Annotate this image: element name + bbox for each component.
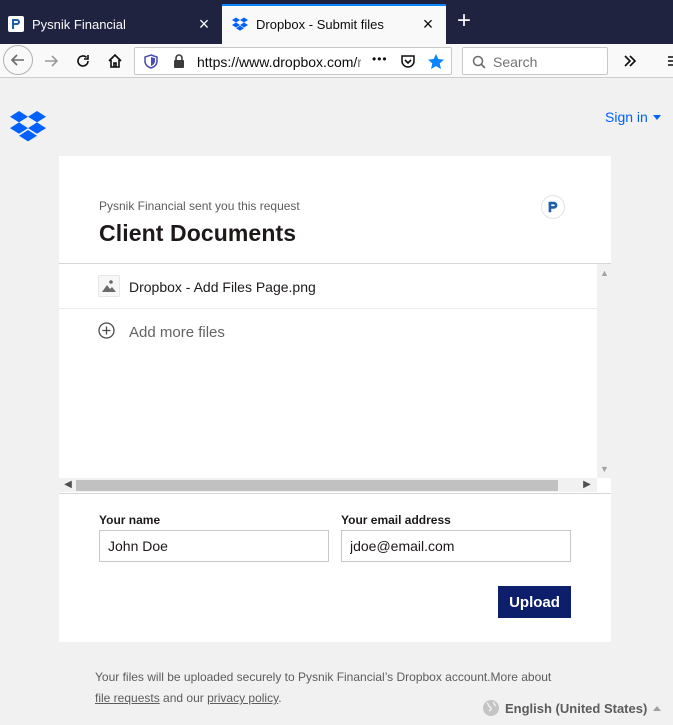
divider (59, 493, 611, 494)
home-icon (108, 53, 122, 68)
caret-up-icon (653, 705, 662, 711)
scroll-left-arrow-icon[interactable]: ◀ (63, 480, 73, 490)
dropbox-logo-icon[interactable] (10, 110, 46, 142)
sign-in-label: Sign in (605, 109, 648, 125)
request-title: Client Documents (99, 220, 297, 246)
home-button[interactable] (101, 47, 129, 75)
pocket-icon[interactable] (400, 54, 416, 69)
email-field-label: Your email address (341, 513, 451, 527)
pysnik-favicon-icon (8, 16, 24, 32)
pysnik-logo-icon (548, 201, 558, 213)
caret-down-icon (652, 114, 661, 120)
page-actions-menu-icon[interactable]: ••• (372, 52, 388, 66)
hamburger-menu-icon (668, 56, 673, 66)
file-name: Dropbox - Add Files Page.png (129, 279, 316, 295)
close-tab-icon[interactable]: × (196, 15, 212, 33)
search-icon (472, 55, 486, 69)
search-bar[interactable]: Search (462, 47, 608, 75)
image-file-icon (98, 275, 120, 297)
double-chevron-right-icon (624, 55, 637, 67)
search-placeholder: Search (493, 54, 538, 70)
scroll-down-arrow-icon[interactable]: ▼ (600, 465, 609, 474)
url-rest: r (357, 54, 361, 70)
browser-tab-strip: Pysnik Financial × Dropbox - Submit file… (0, 0, 673, 44)
reload-icon (77, 55, 89, 67)
close-tab-icon[interactable]: × (420, 15, 436, 33)
email-input[interactable] (341, 530, 571, 562)
files-list: Dropbox - Add Files Page.png Add more fi… (59, 264, 597, 478)
tab-title: Pysnik Financial (32, 16, 126, 32)
dropbox-favicon-icon (232, 17, 248, 31)
reload-button[interactable] (69, 47, 97, 75)
requester-avatar (541, 195, 565, 219)
globe-icon (483, 700, 499, 716)
tab-dropbox-submit-files[interactable]: Dropbox - Submit files × (222, 4, 446, 44)
name-field-label: Your name (99, 513, 161, 527)
file-requests-link[interactable]: file requests (95, 691, 160, 705)
url-bar[interactable]: https://www.dropbox.com/r ••• (134, 47, 452, 75)
privacy-policy-link[interactable]: privacy policy (207, 691, 278, 705)
plus-circle-icon (98, 322, 115, 339)
sender-text: Pysnik Financial sent you this request (99, 199, 300, 213)
arrow-left-icon (10, 54, 24, 66)
footer-text-before: Your files will be uploaded securely to … (95, 670, 552, 684)
tracking-shield-icon[interactable] (144, 54, 158, 69)
footer-text-middle: and our (159, 691, 208, 705)
scroll-up-arrow-icon[interactable]: ▲ (600, 269, 609, 278)
add-more-files-button[interactable]: Add more files (59, 314, 597, 358)
tab-pysnik-financial[interactable]: Pysnik Financial × (0, 4, 222, 44)
url-host: https://www.dropbox.com/ (197, 54, 358, 70)
language-label: English (United States) (505, 700, 648, 716)
add-more-files-label: Add more files (129, 324, 225, 341)
sign-in-link[interactable]: Sign in (605, 109, 661, 125)
scrollbar-thumb[interactable] (76, 480, 558, 491)
footer-text-end: . (278, 691, 282, 705)
scroll-right-arrow-icon[interactable]: ▶ (582, 480, 592, 490)
file-row[interactable]: Dropbox - Add Files Page.png (59, 264, 597, 309)
hamburger-menu-button[interactable] (656, 47, 673, 75)
horizontal-scrollbar[interactable]: ◀ ▶ (59, 478, 597, 492)
lock-icon[interactable] (173, 54, 185, 69)
file-request-card: Pysnik Financial sent you this request C… (59, 156, 611, 642)
upload-button[interactable]: Upload (498, 586, 571, 618)
new-tab-plus-icon[interactable]: + (453, 9, 475, 33)
browser-nav-bar: https://www.dropbox.com/r ••• Search (0, 44, 673, 78)
url-text[interactable]: https://www.dropbox.com/r (197, 54, 361, 70)
bookmark-star-icon[interactable] (427, 53, 445, 70)
arrow-right-icon (45, 55, 59, 67)
language-selector[interactable]: English (United States) (482, 699, 662, 717)
tab-title: Dropbox - Submit files (256, 16, 384, 32)
forward-button[interactable] (37, 47, 65, 75)
name-input[interactable] (99, 530, 329, 562)
overflow-chevrons-button[interactable] (616, 47, 644, 75)
back-button[interactable] (3, 45, 33, 75)
vertical-scrollbar[interactable]: ▲ ▼ (597, 264, 611, 478)
